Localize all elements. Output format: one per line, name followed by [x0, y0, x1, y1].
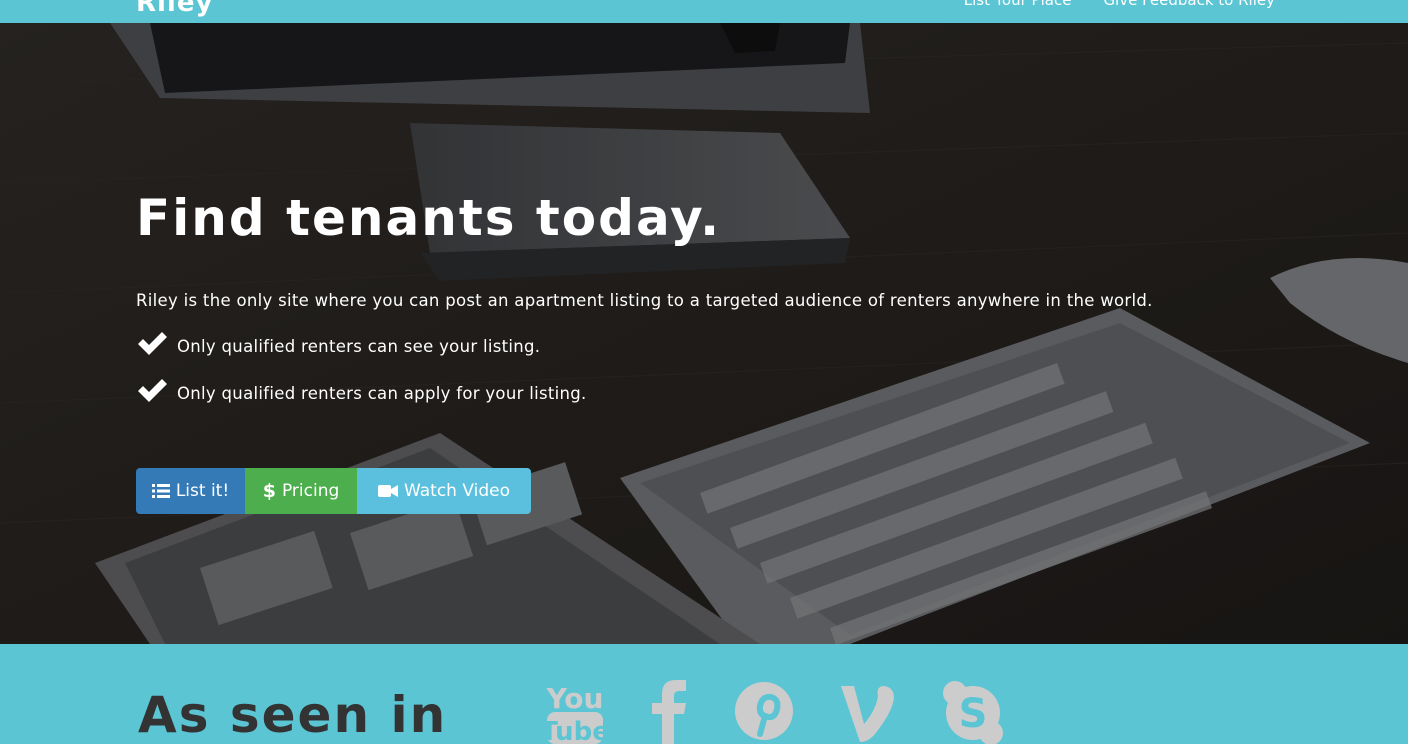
list-it-label: List it! — [175, 481, 230, 501]
hero-title: Find tenants today. — [136, 189, 722, 247]
pricing-button[interactable]: $ Pricing — [245, 468, 357, 514]
list-it-button[interactable]: List it! — [136, 468, 245, 514]
facebook-icon[interactable] — [652, 678, 688, 744]
pinterest-icon[interactable] — [733, 678, 795, 744]
svg-text:You: You — [546, 682, 604, 715]
dollar-icon: $ — [262, 480, 276, 502]
checkmark-icon — [138, 379, 167, 402]
navbar: Riley List Your Place Give Feedback to R… — [0, 0, 1408, 23]
hero-section: Find tenants today. Riley is the only si… — [0, 23, 1408, 644]
nav-links: List Your Place Give Feedback to Riley — [964, 0, 1275, 9]
checkmark-icon — [138, 332, 167, 355]
hero-description: Riley is the only site where you can pos… — [136, 291, 1153, 310]
svg-text:S: S — [959, 691, 988, 737]
nav-link-give-feedback[interactable]: Give Feedback to Riley — [1103, 0, 1275, 9]
feature-text: Only qualified renters can see your list… — [177, 337, 541, 356]
cta-button-group: List it! $ Pricing Watch Video — [136, 468, 531, 514]
as-seen-in-title: As seen in — [138, 686, 448, 744]
pricing-label: Pricing — [281, 481, 340, 501]
nav-link-list-your-place[interactable]: List Your Place — [964, 0, 1072, 9]
brand-logo[interactable]: Riley — [136, 0, 213, 18]
list-icon — [151, 484, 170, 498]
feature-item: Only qualified renters can see your list… — [136, 330, 540, 356]
vine-icon[interactable] — [838, 678, 898, 744]
as-seen-in-section: As seen in You Tube S — [0, 644, 1408, 744]
youtube-icon[interactable]: You Tube — [545, 678, 605, 744]
skype-icon[interactable]: S — [942, 678, 1004, 744]
watch-video-button[interactable]: Watch Video — [357, 468, 531, 514]
watch-video-label: Watch Video — [404, 481, 510, 501]
svg-text:Tube: Tube — [545, 717, 605, 744]
feature-item: Only qualified renters can apply for you… — [136, 377, 587, 403]
feature-text: Only qualified renters can apply for you… — [177, 384, 587, 403]
video-camera-icon — [378, 485, 399, 497]
